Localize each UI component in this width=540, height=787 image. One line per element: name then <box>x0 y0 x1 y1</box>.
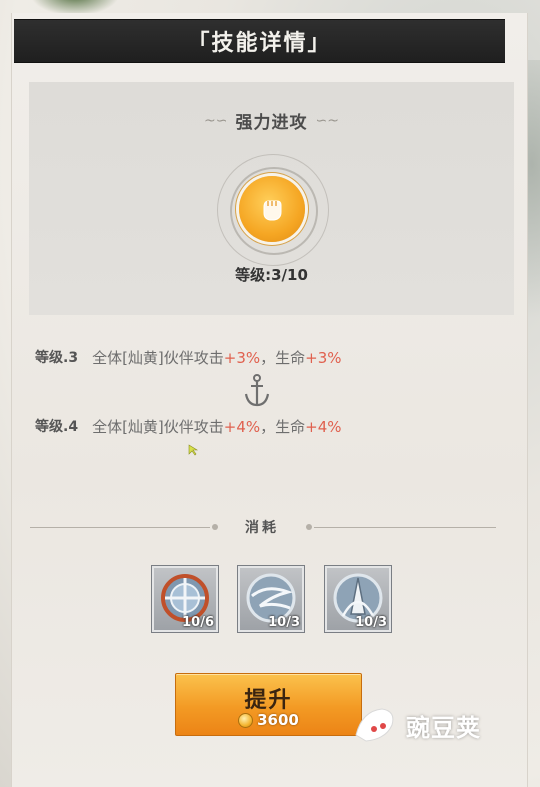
mouse-cursor-icon <box>188 441 200 456</box>
panel-title: 「技能详情」 <box>14 19 505 63</box>
consume-item[interactable]: 10/3 <box>324 565 392 633</box>
level-label: 等级.3 <box>35 350 79 366</box>
level-effect-row: 等级.3 全体[灿黄]伙伴攻击+3%，生命+3% <box>35 347 342 368</box>
swirl-ornament-right-icon: ∽~ <box>315 112 339 129</box>
consume-item[interactable]: 10/3 <box>237 565 305 633</box>
divider <box>30 527 210 528</box>
skill-summary: ~∽ 强力进攻 ∽~ 等级:3/10 <box>29 82 514 315</box>
level-label: 等级.4 <box>35 419 79 435</box>
divider-dot <box>306 524 312 530</box>
fist-icon[interactable] <box>239 176 305 242</box>
swirl-ornament-left-icon: ~∽ <box>204 112 228 129</box>
skill-level: 等级:3/10 <box>235 266 308 284</box>
skill-name-row: ~∽ 强力进攻 ∽~ <box>29 108 514 134</box>
item-count: 10/3 <box>268 615 300 630</box>
divider <box>314 527 496 528</box>
upgrade-button[interactable]: 提升 3600 <box>175 673 362 736</box>
item-count: 10/6 <box>182 615 214 630</box>
watermark: 豌豆荚 <box>352 705 481 745</box>
coin-icon <box>238 712 254 728</box>
consume-item[interactable]: 10/6 <box>151 565 219 633</box>
level-effect-row: 等级.4 全体[灿黄]伙伴攻击+4%，生命+4% <box>35 416 342 437</box>
consume-label: 消耗 <box>245 520 279 536</box>
anchor-icon <box>244 374 270 408</box>
upgrade-label: 提升 <box>244 688 293 713</box>
item-count: 10/3 <box>355 615 387 630</box>
divider-dot <box>212 524 218 530</box>
pea-mascot-icon <box>355 708 394 742</box>
level-effect: 全体[灿黄]伙伴攻击+3%，生命+3% <box>92 349 342 367</box>
level-effect: 全体[灿黄]伙伴攻击+4%，生命+4% <box>92 418 342 436</box>
cost-value: 3600 <box>257 711 299 729</box>
skill-name: 强力进攻 <box>235 113 308 133</box>
upgrade-cost: 3600 <box>176 711 361 729</box>
watermark-text: 豌豆荚 <box>406 713 481 742</box>
